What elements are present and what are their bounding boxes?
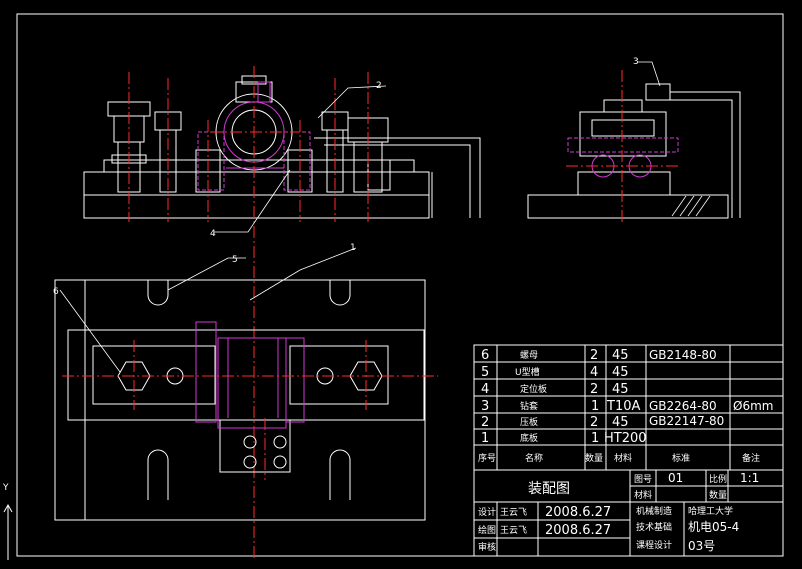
parts-row-name: 底板 <box>520 432 538 444</box>
checker-label: 绘图 <box>478 524 496 536</box>
top-view <box>54 279 426 521</box>
school-name: 哈理工大学 <box>688 505 733 517</box>
parts-header-name: 名称 <box>525 452 543 464</box>
sheet-value: 01 <box>668 471 683 485</box>
parts-row-standard: GB22147-80 <box>649 414 724 428</box>
parts-row-no: 6 <box>481 348 489 363</box>
qty-label: 数量 <box>709 489 727 501</box>
designer-label: 设计 <box>478 506 496 518</box>
title-block: 装配图 图号 01 比例 1:1 材料 数量 设计 王云飞 2008.6.27 … <box>478 471 759 553</box>
parts-row-name: 压板 <box>520 416 538 428</box>
parts-header-qty: 数量 <box>585 452 603 464</box>
parts-row-no: 1 <box>481 431 489 446</box>
parts-row-material: 45 <box>612 348 629 363</box>
axis-y-label: Y <box>2 483 9 493</box>
course-line-3: 课程设计 <box>636 539 672 551</box>
parts-row-material: 45 <box>612 365 629 380</box>
parts-row-name: 定位板 <box>520 383 547 395</box>
balloon-4: 4 <box>210 229 216 239</box>
front-view <box>83 75 481 219</box>
parts-row-name: 钻套 <box>520 400 538 412</box>
student-number: 03号 <box>688 539 715 553</box>
material-label: 材料 <box>634 489 652 501</box>
parts-header-note: 备注 <box>742 452 760 464</box>
parts-row-material: 45 <box>612 382 629 397</box>
balloon-3: 3 <box>633 57 639 67</box>
parts-row-note: Ø6mm <box>733 399 773 413</box>
parts-row-no: 2 <box>481 415 489 430</box>
assembly-drawing-canvas: 1 2 3 4 5 6 Y 6 螺母 2 45 GB2148-80 5 U型槽 … <box>2 13 784 560</box>
course-line-2: 技术基础 <box>636 521 672 533</box>
designer-name: 王云飞 <box>500 507 527 518</box>
parts-row-qty: 2 <box>590 415 598 430</box>
sheet-label: 图号 <box>634 474 652 485</box>
checker-date: 2008.6.27 <box>545 523 611 538</box>
balloon-2: 2 <box>376 81 382 91</box>
parts-row-material: T10A <box>606 399 640 414</box>
class-name: 机电05-4 <box>688 520 739 534</box>
drawing-title: 装配图 <box>528 481 570 497</box>
parts-row-no: 5 <box>481 365 489 380</box>
parts-header-material: 材料 <box>614 452 632 464</box>
parts-row-material: HT200 <box>604 431 647 446</box>
side-view-hidden <box>567 137 679 178</box>
balloon-1: 1 <box>350 243 356 253</box>
parts-header-standard: 标准 <box>672 452 690 464</box>
top-view-centerlines <box>62 340 438 480</box>
scale-label: 比例 <box>709 473 727 485</box>
parts-row-material: 45 <box>612 415 629 430</box>
scale-value: 1:1 <box>740 471 759 485</box>
parts-header-no: 序号 <box>478 452 496 464</box>
parts-row-qty: 2 <box>590 382 598 397</box>
parts-row-no: 3 <box>481 399 489 414</box>
parts-row-no: 4 <box>481 382 489 397</box>
parts-list: 6 螺母 2 45 GB2148-80 5 U型槽 4 45 4 定位板 2 4… <box>478 348 773 464</box>
parts-row-qty: 1 <box>591 399 599 414</box>
parts-row-qty: 2 <box>590 348 598 363</box>
checker-name: 王云飞 <box>500 525 527 536</box>
parts-row-name: 螺母 <box>520 350 538 361</box>
front-view-centerlines <box>128 66 369 560</box>
parts-row-standard: GB2148-80 <box>649 348 717 362</box>
reviewer-label: 审核 <box>478 541 496 553</box>
course-line-1: 机械制造 <box>636 505 672 517</box>
parts-row-standard: GB2264-80 <box>649 399 717 413</box>
side-view-centerlines <box>566 70 678 222</box>
ucs-axis <box>3 503 13 560</box>
balloon-6: 6 <box>53 287 59 297</box>
parts-row-qty: 4 <box>590 365 598 380</box>
side-view-hatch <box>671 195 711 217</box>
designer-date: 2008.6.27 <box>545 505 611 520</box>
parts-row-qty: 1 <box>591 431 599 446</box>
balloon-5: 5 <box>232 255 238 265</box>
parts-row-name: U型槽 <box>515 366 540 378</box>
top-view-hidden <box>195 321 305 429</box>
